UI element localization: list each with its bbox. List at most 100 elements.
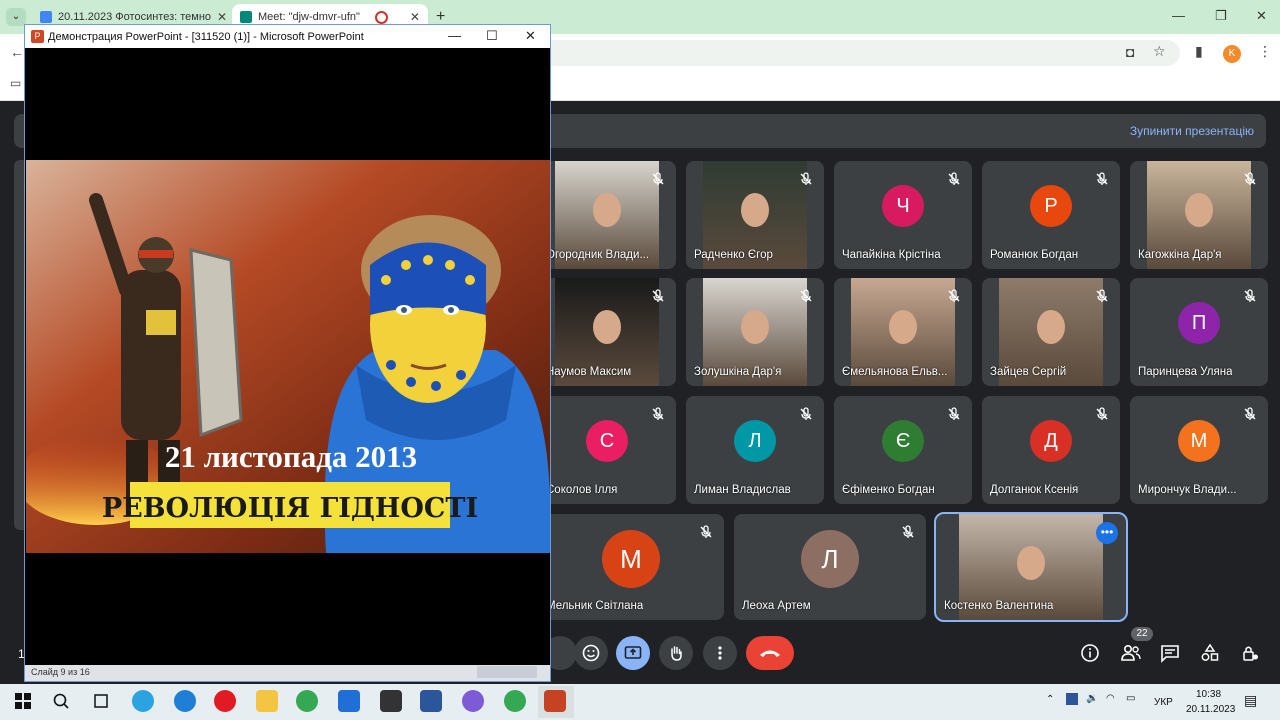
participant-tile[interactable]: Л Леоха Артем — [734, 514, 926, 620]
present-icon — [624, 646, 642, 659]
file-explorer-icon[interactable] — [256, 690, 278, 712]
task-view-icon[interactable] — [90, 690, 112, 712]
maximize-icon[interactable]: ☐ — [486, 28, 498, 44]
clock-time[interactable]: 10:38 — [1196, 689, 1221, 700]
keyboard-layout-icon[interactable] — [1066, 693, 1078, 705]
mic-off-icon — [650, 406, 666, 422]
participant-name: Паринцева Уляна — [1138, 366, 1233, 378]
back-icon[interactable]: ← — [10, 44, 24, 60]
camera-icon[interactable]: ◘ — [1126, 44, 1134, 60]
activities-icon[interactable] — [1200, 643, 1220, 668]
participant-tile[interactable]: ••• Костенко Валентина — [934, 512, 1128, 622]
classroom-favicon-icon — [40, 11, 52, 23]
participant-name: Ємельянова Ельв... — [842, 366, 948, 378]
more-options-button[interactable] — [703, 636, 737, 670]
participant-avatar: Л — [734, 420, 776, 463]
participant-tile[interactable]: Р Романюк Богдан — [982, 161, 1120, 269]
profile-avatar[interactable]: K — [1223, 45, 1241, 63]
search-icon[interactable] — [50, 690, 72, 712]
stop-presenting-button[interactable]: Зупинити презентацію — [1130, 124, 1254, 138]
chrome-icon[interactable] — [296, 690, 318, 712]
participant-tile[interactable]: М Мельник Світлана — [538, 514, 724, 620]
bookmark-folder-icon[interactable]: ▭ — [10, 76, 21, 90]
participant-count-badge: 22 — [1131, 627, 1153, 641]
chat-icon[interactable] — [1160, 643, 1180, 668]
maximize-icon[interactable]: ❐ — [1215, 8, 1227, 24]
participant-avatar: Є — [882, 420, 924, 463]
present-screen-button[interactable] — [616, 636, 650, 670]
participant-name: Мельник Світлана — [546, 600, 644, 612]
clock-date[interactable]: 20.11.2023 — [1186, 704, 1235, 715]
recording-indicator-icon — [375, 10, 389, 24]
mail-icon[interactable] — [338, 690, 360, 712]
opera-icon[interactable] — [214, 690, 236, 712]
leave-call-button[interactable] — [746, 636, 794, 670]
minimize-icon[interactable]: — — [448, 28, 461, 43]
participant-tile[interactable]: С Соколов Ілля — [538, 396, 676, 504]
mic-off-icon — [1242, 406, 1258, 422]
participant-tile[interactable]: Огородник Влади... — [538, 161, 676, 269]
bookmark-star-icon[interactable]: ☆ — [1153, 43, 1166, 60]
powerpoint-titlebar[interactable]: P Демонстрация PowerPoint - [311520 (1)]… — [25, 25, 550, 48]
participant-tile[interactable]: Наумов Максим — [538, 278, 676, 386]
participant-name: Кагожкіна Дар'я — [1138, 249, 1222, 261]
viber-icon[interactable] — [462, 690, 484, 712]
meeting-info-icon[interactable] — [1080, 643, 1100, 668]
more-menu-icon[interactable]: ⋮ — [1258, 43, 1272, 60]
minimize-icon[interactable]: — — [1172, 8, 1185, 23]
participant-tile[interactable]: П Паринцева Уляна — [1130, 278, 1268, 386]
close-tab-icon[interactable]: ✕ — [404, 10, 420, 24]
participant-avatar: С — [586, 420, 628, 463]
battery-icon[interactable]: ▭ — [1126, 693, 1135, 704]
wifi-icon[interactable]: ◠ — [1106, 693, 1115, 704]
close-icon[interactable]: ✕ — [525, 28, 536, 44]
meet-favicon-icon — [240, 11, 252, 23]
participant-tile[interactable]: Л Лиман Владислав — [686, 396, 824, 504]
raise-hand-button[interactable] — [659, 636, 693, 670]
participant-avatar: М — [1178, 420, 1220, 463]
tab-title: 20.11.2023 Фотосинтез: темно — [58, 11, 212, 23]
more-options-icon[interactable]: ••• — [1096, 522, 1118, 544]
language-indicator[interactable]: УКР — [1154, 697, 1173, 708]
participant-avatar: Л — [801, 529, 859, 588]
chrome-active-icon[interactable] — [504, 690, 526, 712]
telegram-icon[interactable] — [132, 690, 154, 712]
participant-tile[interactable]: Золушкіна Дар'я — [686, 278, 824, 386]
word-icon[interactable] — [420, 690, 442, 712]
host-controls-icon[interactable] — [1240, 643, 1260, 668]
participant-name: Наумов Максим — [546, 366, 632, 378]
participant-avatar: Д — [1030, 420, 1072, 463]
emoji-button[interactable] — [574, 636, 608, 670]
more-vert-icon — [718, 646, 722, 660]
notifications-icon[interactable]: ▤ — [1244, 692, 1257, 709]
tray-overflow-icon[interactable]: ⌃ — [1046, 694, 1054, 705]
active-app-highlight — [538, 686, 574, 718]
participant-tile[interactable]: Є Єфіменко Богдан — [834, 396, 972, 504]
participant-tile[interactable]: М Мирончук Влади... — [1130, 396, 1268, 504]
close-tab-icon[interactable]: ✕ — [211, 10, 227, 24]
store-icon[interactable] — [380, 690, 402, 712]
powerpoint-window[interactable]: P Демонстрация PowerPoint - [311520 (1)]… — [24, 24, 551, 682]
participant-name: Огородник Влади... — [546, 249, 650, 261]
volume-icon[interactable]: 🔉 — [1086, 693, 1098, 704]
edge-icon[interactable] — [174, 690, 196, 712]
participant-tile[interactable]: Д Долганюк Ксенія — [982, 396, 1120, 504]
participant-tile[interactable]: Зайцев Сергій — [982, 278, 1120, 386]
participant-avatar: Ч — [882, 185, 924, 228]
mic-off-icon — [946, 288, 962, 304]
side-panel-icon[interactable]: ▮ — [1195, 43, 1203, 60]
close-window-icon[interactable]: ✕ — [1256, 8, 1267, 24]
people-icon[interactable] — [1120, 643, 1142, 668]
windows-start-icon[interactable] — [12, 690, 34, 712]
participant-tile[interactable]: Ч Чапайкіна Крістіна — [834, 161, 972, 269]
participant-name: Лиман Владислав — [694, 484, 791, 496]
participant-tile[interactable]: Кагожкіна Дар'я — [1130, 161, 1268, 269]
mic-off-icon — [798, 171, 814, 187]
participant-tile[interactable]: Радченко Єгор — [686, 161, 824, 269]
slide-date-text: 21 листопада 2013 — [165, 439, 417, 474]
tab-search-button[interactable]: ⌄ — [6, 8, 26, 26]
view-buttons[interactable] — [477, 666, 537, 678]
participant-avatar: Р — [1030, 185, 1072, 228]
hand-icon — [671, 646, 682, 661]
participant-tile[interactable]: Ємельянова Ельв... — [834, 278, 972, 386]
